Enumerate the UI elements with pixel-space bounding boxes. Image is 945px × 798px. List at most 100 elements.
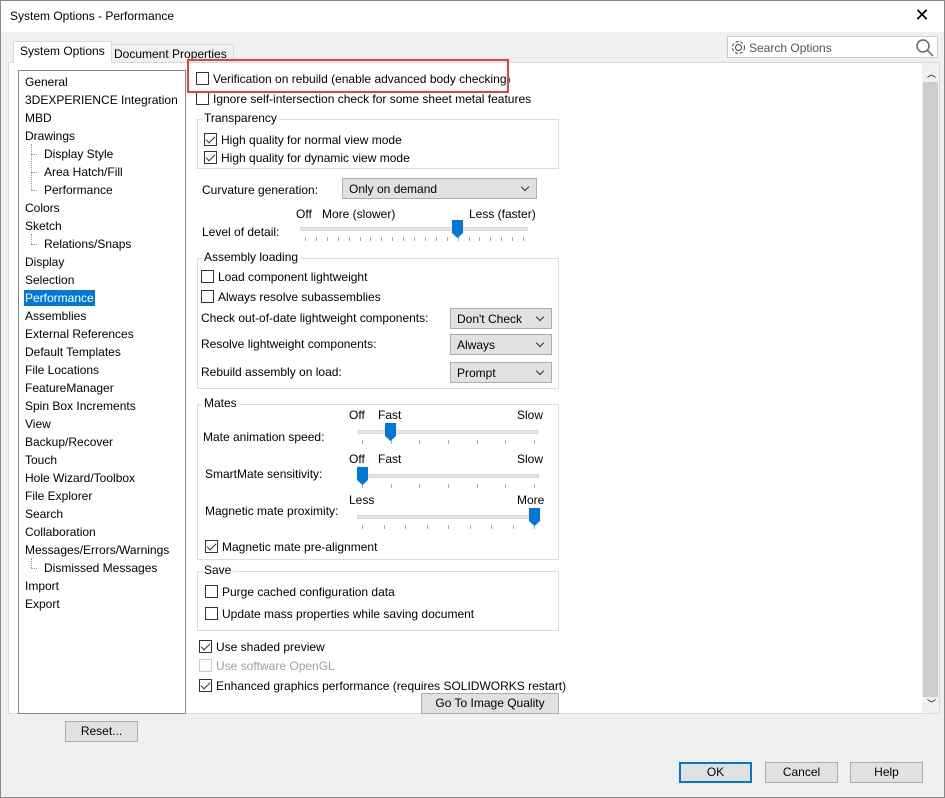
tree-item[interactable]: Touch [24, 452, 58, 468]
magnetic-proximity-slider-track [357, 515, 539, 519]
smartmate-label: SmartMate sensitivity: [205, 467, 323, 481]
tree-item[interactable]: Assemblies [24, 308, 87, 324]
smartmate-slider-thumb[interactable] [356, 467, 368, 485]
scroll-thumb[interactable] [923, 82, 938, 697]
tree-item[interactable]: Drawings [24, 128, 76, 144]
tree-item[interactable]: File Explorer [24, 488, 93, 504]
resolve-lightweight-dropdown[interactable]: Always [450, 334, 552, 355]
tree-connector [31, 190, 37, 191]
ok-button[interactable]: OK [679, 762, 752, 783]
purge-cached-checkbox[interactable] [205, 585, 218, 598]
mate-animation-slider-thumb[interactable] [385, 423, 397, 441]
tree-item[interactable]: Colors [24, 200, 61, 216]
magnetic-prealignment-checkbox[interactable] [205, 540, 218, 553]
tree-item[interactable]: Dismissed Messages [43, 560, 158, 576]
search-box[interactable]: Search Options [727, 36, 938, 58]
magnetic-proximity-slider-thumb[interactable] [528, 508, 540, 526]
mate-animation-slider-tick [505, 440, 507, 444]
smartmate-slider-tick [476, 484, 478, 488]
tree-item[interactable]: Collaboration [24, 524, 97, 540]
magnetic-proximity-label: Magnetic mate proximity: [205, 504, 339, 518]
smartmate-slider-tick [505, 484, 507, 488]
tree-item[interactable]: Hole Wizard/Toolbox [24, 470, 136, 486]
tree-connector [31, 144, 32, 190]
tree-item[interactable]: Sketch [24, 218, 63, 234]
rebuild-on-load-dropdown[interactable]: Prompt [450, 362, 552, 383]
tree-item[interactable]: Relations/Snaps [43, 236, 132, 252]
scroll-down-icon[interactable]: ﹀ [927, 697, 936, 710]
curvature-dropdown[interactable]: Only on demand [342, 178, 537, 199]
level-of-detail-slider-tick [392, 237, 394, 241]
tree-item[interactable]: Default Templates [24, 344, 122, 360]
tree-item[interactable]: Display Style [43, 146, 114, 162]
tab-system-options[interactable]: System Options [13, 41, 112, 63]
resolve-subassemblies-checkbox[interactable] [201, 290, 214, 303]
check-out-of-date-label: Check out-of-date lightweight components… [201, 311, 429, 325]
tree-item[interactable]: Display [24, 254, 65, 270]
level-of-detail-slider-tick [479, 237, 481, 241]
rebuild-on-load-label: Rebuild assembly on load: [201, 365, 342, 379]
save-group [197, 571, 559, 631]
shaded-preview-checkbox[interactable] [199, 640, 212, 653]
anim-slow-label: Slow [517, 408, 544, 422]
close-icon[interactable]: ✕ [910, 5, 934, 26]
tree-item[interactable]: FeatureManager [24, 380, 115, 396]
magnetic-prealignment-label: Magnetic mate pre-alignment [222, 540, 378, 554]
level-of-detail-slider-tick [501, 237, 503, 241]
tree-item[interactable]: Spin Box Increments [24, 398, 137, 414]
smartmate-slider-tick [419, 484, 421, 488]
level-of-detail-slider-thumb[interactable] [452, 220, 464, 238]
tree-item[interactable]: General [24, 74, 69, 90]
tree-item[interactable]: 3DEXPERIENCE Integration [24, 92, 179, 108]
software-opengl-checkbox [199, 659, 212, 672]
ignore-self-intersection-checkbox[interactable] [196, 92, 209, 105]
level-of-detail-slider-tick [435, 237, 437, 241]
mate-animation-slider-tick [362, 440, 363, 444]
tree-item[interactable]: Selection [24, 272, 75, 288]
cancel-button[interactable]: Cancel [765, 762, 838, 783]
high-quality-normal-checkbox[interactable] [204, 133, 217, 146]
help-button[interactable]: Help [850, 762, 923, 783]
level-of-detail-slider-tick [403, 237, 405, 241]
mate-animation-slider-tick [476, 440, 478, 444]
load-lightweight-checkbox[interactable] [201, 270, 214, 283]
tree-item[interactable]: MBD [24, 110, 53, 126]
highlight-box [187, 59, 509, 93]
level-of-detail-slider-tick [348, 237, 350, 241]
level-of-detail-slider-tick [305, 237, 306, 241]
curvature-label: Curvature generation: [202, 183, 319, 197]
save-group-title: Save [202, 563, 234, 577]
ignore-self-intersection-label: Ignore self-intersection check for some … [213, 92, 532, 106]
tree-item[interactable]: View [24, 416, 52, 432]
scroll-up-icon[interactable]: ︿ [927, 67, 936, 80]
tree-item[interactable]: File Locations [24, 362, 100, 378]
enhanced-graphics-label: Enhanced graphics performance (requires … [216, 679, 567, 693]
enhanced-graphics-checkbox[interactable] [199, 679, 212, 692]
smart-fast-label: Fast [378, 452, 402, 466]
update-mass-properties-checkbox[interactable] [205, 607, 218, 620]
load-lightweight-label: Load component lightweight [218, 270, 368, 284]
smartmate-slider-tick [448, 484, 449, 488]
tree-item[interactable]: Messages/Errors/Warnings [24, 542, 170, 558]
go-to-image-quality-button[interactable]: Go To Image Quality [421, 693, 559, 714]
tree-item[interactable]: Export [24, 596, 61, 612]
level-of-detail-label: Level of detail: [202, 225, 280, 239]
tree-item[interactable]: Import [24, 578, 60, 594]
search-icon[interactable] [915, 38, 934, 57]
resolve-lightweight-label: Resolve lightweight components: [201, 337, 377, 351]
tree-item[interactable]: External References [24, 326, 135, 342]
tree-item[interactable]: Performance [24, 290, 95, 306]
reset-button[interactable]: Reset... [65, 721, 138, 742]
tree-item[interactable]: Area Hatch/Fill [43, 164, 124, 180]
search-placeholder: Search Options [749, 41, 832, 55]
level-of-detail-slider-tick [523, 237, 524, 241]
mate-animation-slider-tick [534, 440, 535, 444]
high-quality-dynamic-checkbox[interactable] [204, 151, 217, 164]
magnetic-proximity-slider-tick [362, 525, 363, 529]
tree-connector [31, 244, 37, 245]
scrollbar[interactable]: ︿ ﹀ [922, 63, 939, 713]
check-out-of-date-dropdown[interactable]: Don't Check [450, 308, 552, 329]
tree-item[interactable]: Search [24, 506, 64, 522]
tree-item[interactable]: Backup/Recover [24, 434, 114, 450]
tree-item[interactable]: Performance [43, 182, 114, 198]
